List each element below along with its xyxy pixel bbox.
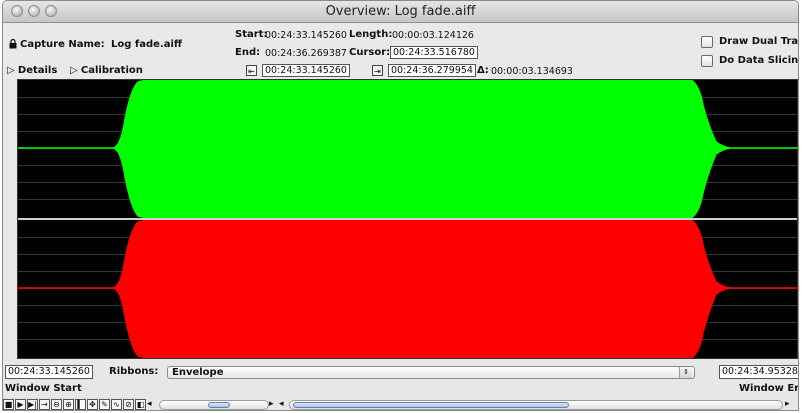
capture-name-label: Capture Name: bbox=[20, 39, 105, 50]
end-value: 00:24:36.269387 bbox=[265, 48, 347, 59]
waveform-plot[interactable] bbox=[17, 79, 798, 359]
ribbons-select-value[interactable]: Envelope bbox=[172, 367, 224, 378]
zoom-in-icon[interactable]: ⊕ bbox=[63, 399, 74, 410]
channel-top[interactable] bbox=[18, 80, 798, 218]
ribbons-select[interactable]: Envelope ⇕ bbox=[167, 366, 695, 379]
info-panel: Capture Name: Log fade.aiff ▷ Details ▷ … bbox=[3, 23, 798, 79]
details-label[interactable]: Details bbox=[18, 65, 57, 76]
start-value: 00:24:33.145260 bbox=[265, 30, 347, 41]
go-end-icon[interactable]: ⇥ bbox=[372, 65, 383, 76]
small-scroll-thumb[interactable] bbox=[208, 402, 230, 408]
calibration-disclosure[interactable]: ▷ Calibration bbox=[70, 65, 143, 76]
scroll-right-icon-2[interactable]: ▸ bbox=[785, 399, 790, 409]
marker-icon[interactable]: ◧ bbox=[135, 399, 146, 410]
scroll-left-icon[interactable]: ◂ bbox=[147, 399, 152, 409]
envelope-bottom bbox=[18, 220, 798, 358]
draw-dual-trace-label[interactable]: Draw Dual Trace bbox=[719, 36, 798, 47]
tool-icon[interactable]: ▍ bbox=[75, 399, 86, 410]
bottom-panel: 00:24:33.145260 Window Start Ribbons: En… bbox=[3, 359, 798, 410]
play-icon[interactable]: ▶ bbox=[15, 399, 26, 410]
step-icon[interactable]: ▶| bbox=[27, 399, 38, 410]
draw-dual-trace-checkbox[interactable] bbox=[701, 36, 713, 48]
calibration-label[interactable]: Calibration bbox=[81, 65, 143, 76]
length-value: 00:00:03.124126 bbox=[392, 30, 474, 41]
title-bar: Overview: Log fade.aiff bbox=[3, 1, 798, 23]
go-start-icon[interactable]: ⇤ bbox=[246, 65, 257, 76]
overview-window: Overview: Log fade.aiff Capture Name: Lo… bbox=[2, 0, 799, 411]
zoom-out-icon[interactable]: ⊖ bbox=[51, 399, 62, 410]
start-label: Start: bbox=[235, 29, 268, 40]
arrow-icon[interactable]: → bbox=[39, 399, 50, 410]
selection-start-field[interactable]: 00:24:33.145260 bbox=[262, 64, 350, 77]
scroll-right-icon[interactable]: ▸ bbox=[269, 399, 274, 409]
details-disclosure[interactable]: ▷ Details bbox=[7, 65, 57, 76]
ribbons-label: Ribbons: bbox=[109, 366, 159, 377]
timeline-scroll-thumb[interactable] bbox=[293, 402, 569, 408]
selection-end-field[interactable]: 00:24:36.279954 bbox=[388, 64, 476, 77]
cursor-label: Cursor: bbox=[349, 47, 391, 58]
timeline-scrollbar[interactable] bbox=[289, 400, 783, 410]
window-start-label: Window Start bbox=[5, 383, 82, 394]
do-data-slicing-checkbox[interactable] bbox=[701, 55, 713, 67]
no-icon[interactable]: ⊘ bbox=[123, 399, 134, 410]
channel-bottom[interactable] bbox=[18, 220, 798, 358]
move-icon[interactable]: ✥ bbox=[87, 399, 98, 410]
window-title: Overview: Log fade.aiff bbox=[325, 4, 476, 19]
scroll-left-icon-2[interactable]: ◂ bbox=[279, 399, 284, 409]
chevron-up-down-icon[interactable]: ⇕ bbox=[679, 367, 692, 378]
window-start-field[interactable]: 00:24:33.145260 bbox=[5, 365, 93, 379]
capture-name-value: Log fade.aiff bbox=[111, 39, 182, 50]
length-label: Length: bbox=[349, 29, 393, 40]
stop-icon[interactable]: ■ bbox=[3, 399, 14, 410]
cursor-field[interactable]: 00:24:33.516780 bbox=[390, 46, 478, 59]
delta-label: Δ: bbox=[477, 65, 489, 76]
disclosure-triangle-icon[interactable]: ▷ bbox=[7, 65, 15, 76]
disclosure-triangle-icon[interactable]: ▷ bbox=[70, 65, 78, 76]
window-end-field[interactable]: 00:24:34.953287 bbox=[719, 365, 798, 379]
lock-icon bbox=[9, 38, 17, 52]
do-data-slicing-label[interactable]: Do Data Slicing bbox=[719, 55, 798, 66]
pencil-icon[interactable]: ✎ bbox=[99, 399, 110, 410]
envelope-top bbox=[18, 80, 798, 218]
delta-value: 00:00:03.134693 bbox=[491, 66, 573, 77]
window-end-label: Window End bbox=[739, 383, 798, 394]
end-label: End: bbox=[235, 47, 261, 58]
wave-icon[interactable]: ∿ bbox=[111, 399, 122, 410]
small-scrollbar[interactable] bbox=[159, 400, 269, 410]
